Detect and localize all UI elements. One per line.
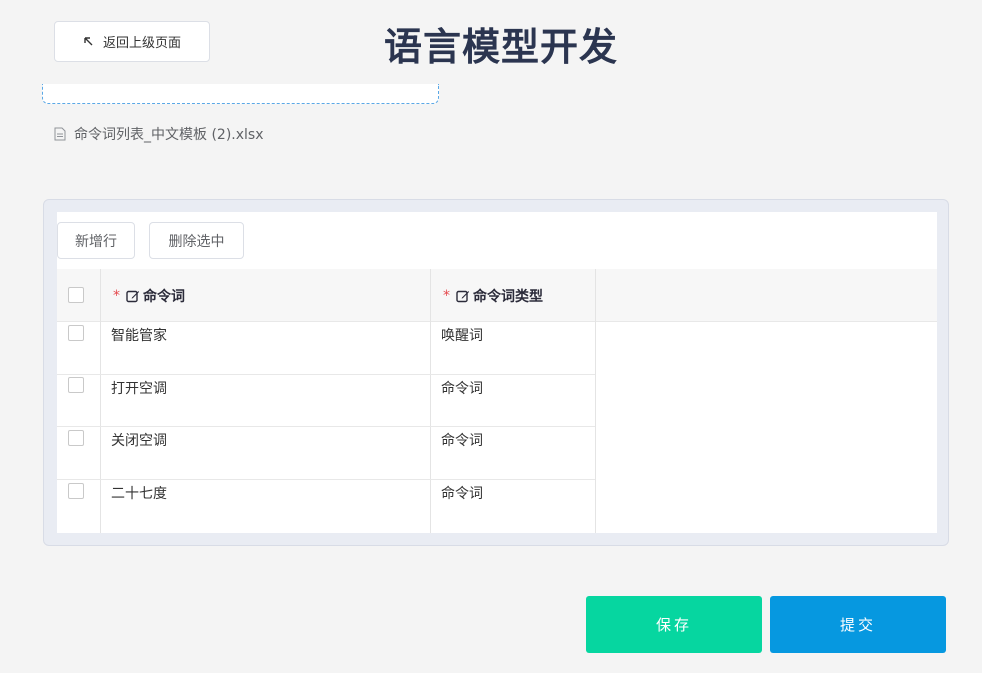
command-word-cell[interactable]: 打开空调 xyxy=(111,378,167,398)
delete-selected-button[interactable]: 删除选中 xyxy=(149,222,244,259)
save-button[interactable]: 保存 xyxy=(586,596,762,653)
row-divider xyxy=(57,479,595,480)
command-word-cell[interactable]: 智能管家 xyxy=(111,325,167,345)
column-divider xyxy=(595,269,596,533)
back-button-label: 返回上级页面 xyxy=(102,36,181,51)
page-title: 语言模型开发 xyxy=(384,25,619,69)
column-header-label: 命令词类型 xyxy=(473,288,543,305)
upload-dropzone[interactable] xyxy=(42,84,439,104)
table-grid: * 命令词 * 命令词类型 智能管家 唤醒词 打开空调 命令词 关闭空调 命令词… xyxy=(57,269,937,533)
row-divider xyxy=(57,374,595,375)
edit-icon xyxy=(126,290,139,302)
column-header-command-type[interactable]: * 命令词类型 xyxy=(443,269,543,322)
column-divider xyxy=(100,269,101,533)
row-checkbox[interactable] xyxy=(68,325,84,341)
required-mark: * xyxy=(443,287,450,304)
uploaded-file[interactable]: 命令词列表_中文模板 (2).xlsx xyxy=(54,124,264,144)
row-checkbox[interactable] xyxy=(68,377,84,393)
document-icon xyxy=(54,127,66,141)
add-row-button[interactable]: 新增行 xyxy=(57,222,135,259)
command-type-cell[interactable]: 命令词 xyxy=(441,378,483,398)
edit-icon xyxy=(456,290,469,302)
row-checkbox[interactable] xyxy=(68,483,84,499)
command-table-panel: 新增行 删除选中 * 命令词 * 命令词类型 智能管家 唤醒词 打开空调 命令词… xyxy=(43,199,949,546)
column-divider xyxy=(430,269,431,533)
required-mark: * xyxy=(113,287,120,304)
command-type-cell[interactable]: 唤醒词 xyxy=(441,325,483,345)
row-checkbox[interactable] xyxy=(68,430,84,446)
uploaded-file-name: 命令词列表_中文模板 (2).xlsx xyxy=(74,127,264,143)
column-header-command-word[interactable]: * 命令词 xyxy=(113,269,185,322)
back-button[interactable]: 返回上级页面 xyxy=(54,21,210,62)
command-type-cell[interactable]: 命令词 xyxy=(441,430,483,450)
arrow-up-left-icon xyxy=(84,36,93,45)
command-word-cell[interactable]: 二十七度 xyxy=(111,483,167,503)
command-word-cell[interactable]: 关闭空调 xyxy=(111,430,167,450)
command-type-cell[interactable]: 命令词 xyxy=(441,483,483,503)
row-divider xyxy=(57,426,595,427)
command-table: 新增行 删除选中 * 命令词 * 命令词类型 智能管家 唤醒词 打开空调 命令词… xyxy=(57,212,937,533)
page: 返回上级页面 语言模型开发 命令词列表_中文模板 (2).xlsx 新增行 删除… xyxy=(0,0,982,673)
column-header-label: 命令词 xyxy=(143,288,185,305)
submit-button[interactable]: 提交 xyxy=(770,596,946,653)
select-all-checkbox[interactable] xyxy=(68,287,84,303)
